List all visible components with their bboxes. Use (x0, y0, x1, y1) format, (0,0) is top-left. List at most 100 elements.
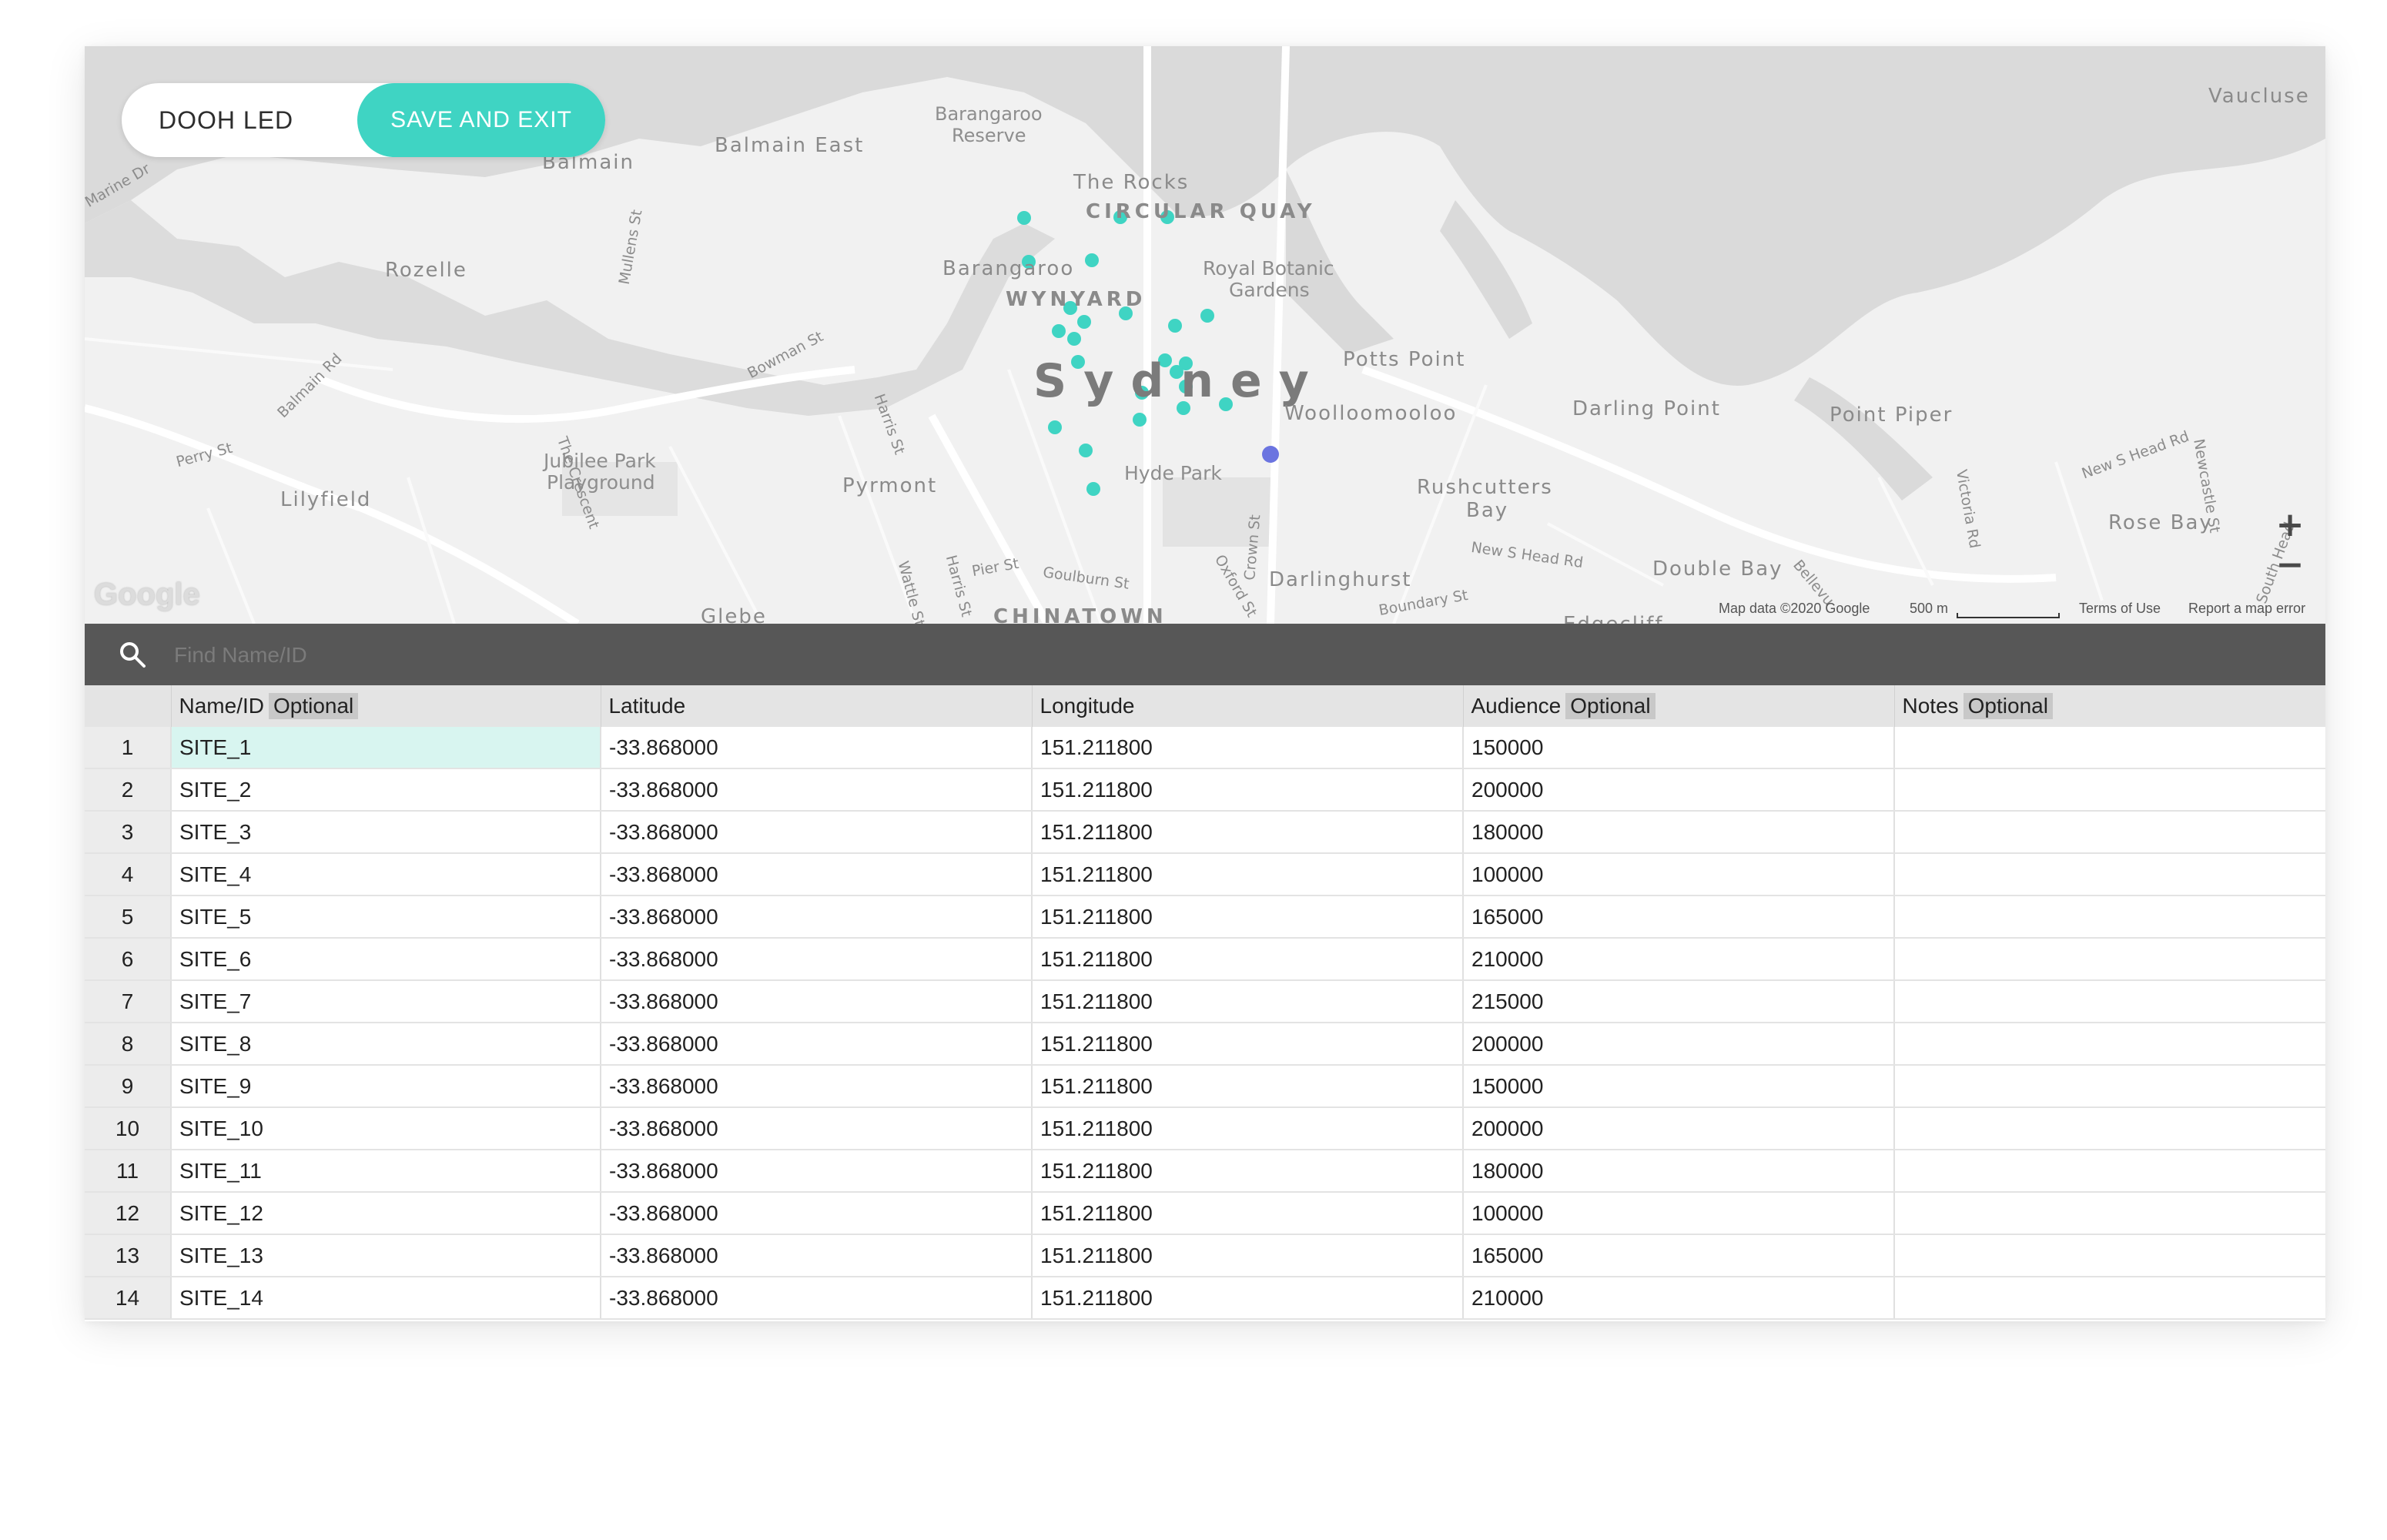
cell-name[interactable]: SITE_7 (170, 980, 601, 1023)
cell-name[interactable]: SITE_13 (170, 1234, 601, 1277)
cell-longitude[interactable]: 151.211800 (1031, 1234, 1463, 1277)
cell-longitude[interactable]: 151.211800 (1031, 768, 1463, 812)
cell-audience[interactable]: 210000 (1462, 1277, 1894, 1320)
row-index: 11 (85, 1150, 171, 1193)
cell-notes[interactable] (1893, 938, 2325, 981)
cell-notes[interactable] (1893, 1277, 2325, 1320)
save-and-exit-button[interactable]: SAVE AND EXIT (357, 83, 605, 157)
cell-audience[interactable]: 100000 (1462, 1192, 1894, 1235)
column-header-longitude[interactable]: Longitude (1031, 685, 1463, 727)
cell-audience[interactable]: 200000 (1462, 1107, 1894, 1150)
report-map-error-link[interactable]: Report a map error (2188, 601, 2305, 617)
table-row[interactable]: 8 SITE_8 -33.868000 151.211800 200000 (85, 1023, 2325, 1066)
cell-longitude[interactable]: 151.211800 (1031, 1150, 1463, 1193)
cell-notes[interactable] (1893, 1107, 2325, 1150)
cell-audience[interactable]: 165000 (1462, 896, 1894, 939)
cell-name[interactable]: SITE_1 (170, 727, 601, 769)
column-header-latitude[interactable]: Latitude (600, 685, 1032, 727)
cell-longitude[interactable]: 151.211800 (1031, 727, 1463, 769)
cell-audience[interactable]: 215000 (1462, 980, 1894, 1023)
table-row[interactable]: 3 SITE_3 -33.868000 151.211800 180000 (85, 811, 2325, 854)
cell-notes[interactable] (1893, 980, 2325, 1023)
cell-latitude[interactable]: -33.868000 (600, 853, 1032, 896)
column-header-audience[interactable]: Audience Optional (1462, 685, 1894, 727)
cell-longitude[interactable]: 151.211800 (1031, 853, 1463, 896)
table-row[interactable]: 9 SITE_9 -33.868000 151.211800 150000 (85, 1065, 2325, 1108)
cell-notes[interactable] (1893, 1150, 2325, 1193)
cell-notes[interactable] (1893, 768, 2325, 812)
table-row[interactable]: 7 SITE_7 -33.868000 151.211800 215000 (85, 980, 2325, 1023)
cell-audience[interactable]: 180000 (1462, 811, 1894, 854)
cell-name[interactable]: SITE_12 (170, 1192, 601, 1235)
table-row[interactable]: 6 SITE_6 -33.868000 151.211800 210000 (85, 938, 2325, 981)
search-input[interactable] (172, 634, 1254, 676)
cell-notes[interactable] (1893, 1192, 2325, 1235)
cell-notes[interactable] (1893, 1234, 2325, 1277)
cell-latitude[interactable]: -33.868000 (600, 811, 1032, 854)
place-label: CHINATOWN (993, 605, 1167, 624)
cell-longitude[interactable]: 151.211800 (1031, 1065, 1463, 1108)
table-row[interactable]: 11 SITE_11 -33.868000 151.211800 180000 (85, 1150, 2325, 1193)
cell-latitude[interactable]: -33.868000 (600, 938, 1032, 981)
cell-longitude[interactable]: 151.211800 (1031, 980, 1463, 1023)
cell-audience[interactable]: 150000 (1462, 1065, 1894, 1108)
cell-audience[interactable]: 200000 (1462, 768, 1894, 812)
cell-name[interactable]: SITE_14 (170, 1277, 601, 1320)
cell-longitude[interactable]: 151.211800 (1031, 1107, 1463, 1150)
table-row[interactable]: 1 SITE_1 -33.868000 151.211800 150000 (85, 727, 2325, 769)
cell-name[interactable]: SITE_4 (170, 853, 601, 896)
cell-audience[interactable]: 210000 (1462, 938, 1894, 981)
table-row[interactable]: 14 SITE_14 -33.868000 151.211800 210000 (85, 1277, 2325, 1320)
cell-notes[interactable] (1893, 896, 2325, 939)
table-row[interactable]: 5 SITE_5 -33.868000 151.211800 165000 (85, 896, 2325, 939)
cell-audience[interactable]: 150000 (1462, 727, 1894, 769)
cell-name[interactable]: SITE_6 (170, 938, 601, 981)
cell-latitude[interactable]: -33.868000 (600, 1192, 1032, 1235)
zoom-in-icon[interactable]: + (2267, 505, 2313, 545)
table-row[interactable]: 2 SITE_2 -33.868000 151.211800 200000 (85, 768, 2325, 812)
map-view[interactable]: Vaucluse Balmain Balmain East Barangaroo… (85, 46, 2325, 624)
cell-name[interactable]: SITE_9 (170, 1065, 601, 1108)
table-row[interactable]: 12 SITE_12 -33.868000 151.211800 100000 (85, 1192, 2325, 1235)
column-header-name[interactable]: Name/ID Optional (170, 685, 601, 727)
cell-latitude[interactable]: -33.868000 (600, 1107, 1032, 1150)
cell-name[interactable]: SITE_2 (170, 768, 601, 812)
cell-latitude[interactable]: -33.868000 (600, 1065, 1032, 1108)
cell-longitude[interactable]: 151.211800 (1031, 1023, 1463, 1066)
cell-latitude[interactable]: -33.868000 (600, 1234, 1032, 1277)
cell-latitude[interactable]: -33.868000 (600, 1150, 1032, 1193)
optional-badge: Optional (1565, 693, 1656, 719)
cell-audience[interactable]: 180000 (1462, 1150, 1894, 1193)
cell-latitude[interactable]: -33.868000 (600, 1023, 1032, 1066)
table-row[interactable]: 13 SITE_13 -33.868000 151.211800 165000 (85, 1234, 2325, 1277)
column-header-notes[interactable]: Notes Optional (1893, 685, 2325, 727)
cell-latitude[interactable]: -33.868000 (600, 980, 1032, 1023)
cell-notes[interactable] (1893, 1023, 2325, 1066)
cell-notes[interactable] (1893, 853, 2325, 896)
cell-latitude[interactable]: -33.868000 (600, 727, 1032, 769)
cell-name[interactable]: SITE_3 (170, 811, 601, 854)
cell-name[interactable]: SITE_5 (170, 896, 601, 939)
cell-latitude[interactable]: -33.868000 (600, 1277, 1032, 1320)
cell-longitude[interactable]: 151.211800 (1031, 896, 1463, 939)
table-row[interactable]: 4 SITE_4 -33.868000 151.211800 100000 (85, 853, 2325, 896)
zoom-out-icon[interactable]: − (2267, 545, 2313, 585)
table-row[interactable]: 10 SITE_10 -33.868000 151.211800 200000 (85, 1107, 2325, 1150)
cell-longitude[interactable]: 151.211800 (1031, 938, 1463, 981)
cell-name[interactable]: SITE_11 (170, 1150, 601, 1193)
cell-longitude[interactable]: 151.211800 (1031, 1277, 1463, 1320)
cell-name[interactable]: SITE_10 (170, 1107, 601, 1150)
cell-notes[interactable] (1893, 727, 2325, 769)
cell-notes[interactable] (1893, 1065, 2325, 1108)
cell-longitude[interactable]: 151.211800 (1031, 1192, 1463, 1235)
cell-longitude[interactable]: 151.211800 (1031, 811, 1463, 854)
cell-audience[interactable]: 100000 (1462, 853, 1894, 896)
cell-audience[interactable]: 165000 (1462, 1234, 1894, 1277)
terms-of-use-link[interactable]: Terms of Use (2079, 601, 2161, 617)
row-index-header (85, 685, 171, 727)
cell-latitude[interactable]: -33.868000 (600, 768, 1032, 812)
cell-latitude[interactable]: -33.868000 (600, 896, 1032, 939)
cell-name[interactable]: SITE_8 (170, 1023, 601, 1066)
cell-notes[interactable] (1893, 811, 2325, 854)
cell-audience[interactable]: 200000 (1462, 1023, 1894, 1066)
